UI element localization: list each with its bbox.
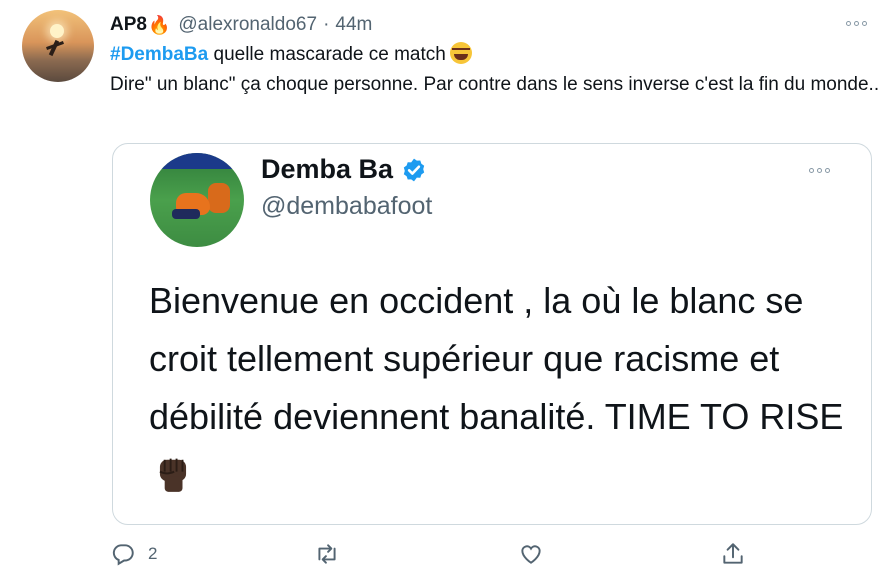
author-display-name[interactable]: AP8	[110, 14, 147, 36]
share-icon	[723, 543, 743, 564]
tweet-body: Dire" un blanc" ça choque personne. Par …	[110, 74, 880, 95]
tweet-header: AP8 🔥 @alexronaldo67 · 44m	[110, 12, 372, 38]
reply-count: 2	[148, 544, 158, 563]
tweet-timestamp[interactable]: 44m	[335, 14, 372, 36]
quoted-name-row: Demba Ba	[261, 154, 427, 185]
quoted-display-name: Demba Ba	[261, 154, 394, 184]
quoted-text: Bienvenue en occident , la où le blanc s…	[149, 272, 849, 504]
retweet-icon	[318, 544, 336, 564]
quoted-avatar	[150, 153, 244, 247]
fire-emoji: 🔥	[147, 14, 171, 35]
share-button[interactable]	[720, 541, 746, 567]
verified-icon	[403, 158, 425, 181]
reply-button[interactable]: 2	[110, 541, 157, 567]
separator-dot: ·	[323, 14, 330, 35]
tears-of-joy-emoji-icon	[449, 42, 472, 64]
like-icon	[521, 545, 541, 564]
quoted-more-icon	[809, 164, 835, 176]
author-handle[interactable]: @alexronaldo67	[178, 14, 317, 36]
quoted-handle: @dembabafoot	[261, 192, 433, 220]
tweet-actions-bar: 2	[0, 535, 892, 575]
hashtag-link[interactable]: #DembaBa	[110, 44, 208, 65]
author-avatar[interactable]	[22, 10, 94, 82]
quoted-screenshot-image[interactable]: Demba Ba @dembabafoot Bienvenue en occid…	[112, 143, 872, 525]
like-button[interactable]	[518, 541, 556, 567]
reply-icon	[112, 544, 134, 566]
quoted-text-content: Bienvenue en occident , la où le blanc s…	[149, 280, 844, 437]
more-options-icon[interactable]	[846, 14, 872, 32]
tweet-line-1: #DembaBa quelle mascarade ce match	[110, 40, 880, 70]
retweet-button[interactable]	[314, 541, 352, 567]
raised-fist-icon	[159, 458, 187, 492]
tweet-line-1-text: quelle mascarade ce match	[208, 44, 446, 65]
tweet-text: #DembaBa quelle mascarade ce match Dire"…	[110, 40, 880, 100]
